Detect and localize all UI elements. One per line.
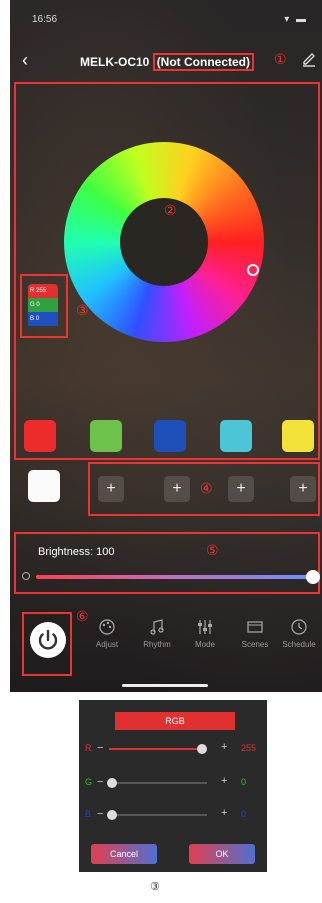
rgb-mini-display[interactable]: R 255 G 0 B 0 xyxy=(28,284,58,328)
cancel-button[interactable]: Cancel xyxy=(91,844,157,864)
rgb-row-g-label: G xyxy=(85,777,93,787)
g-slider[interactable] xyxy=(107,778,207,788)
palette-icon xyxy=(99,619,115,635)
add-color-slot-4[interactable]: + xyxy=(290,476,316,502)
brightness-area: ⑤ xyxy=(14,532,320,594)
music-note-icon xyxy=(150,619,164,635)
status-time: 16:56 xyxy=(32,14,58,25)
g-minus-button[interactable]: − xyxy=(97,776,103,788)
nav-rhythm[interactable]: Rhythm xyxy=(132,618,182,649)
nav-mode-label: Mode xyxy=(194,640,215,649)
rgb-mini-b: B 0 xyxy=(28,312,58,326)
nav-schedule[interactable]: Schedule xyxy=(274,618,322,649)
home-indicator xyxy=(122,684,208,687)
swatch-blue[interactable] xyxy=(154,420,186,452)
rgb-mini-r: R 255 xyxy=(28,284,58,298)
callout-5: ⑤ xyxy=(206,542,219,558)
nav-rhythm-label: Rhythm xyxy=(143,640,171,649)
add-color-slot-2[interactable]: + xyxy=(164,476,190,502)
sliders-icon xyxy=(198,620,212,634)
r-value: 255 xyxy=(241,743,257,753)
g-value: 0 xyxy=(241,777,247,787)
nav-adjust[interactable]: Adjust xyxy=(82,618,132,649)
swatch-red[interactable] xyxy=(24,420,56,452)
swatch-white[interactable] xyxy=(28,470,60,502)
power-button[interactable] xyxy=(30,622,66,658)
connection-status: (Not Connected) xyxy=(152,53,255,71)
brightness-label: Brightness: 100 xyxy=(38,546,115,558)
pencil-edit-icon[interactable] xyxy=(302,51,316,67)
rgb-row-b: B − + 0 xyxy=(79,806,267,824)
rgb-row-r: R − + 255 xyxy=(79,740,267,758)
device-name: MELK-OC10 xyxy=(80,55,150,69)
r-minus-button[interactable]: − xyxy=(97,742,103,754)
callout-4: ④ xyxy=(200,480,213,496)
callout-1: ① xyxy=(274,51,287,67)
film-icon xyxy=(247,621,263,633)
rgb-row-r-label: R xyxy=(85,743,92,753)
figure-caption: ③ xyxy=(150,881,160,893)
app-screen: 16:56 ▾ ▬ ‹ MELK-OC10 (Not Connected) ① … xyxy=(10,0,322,692)
b-plus-button[interactable]: + xyxy=(221,807,227,819)
status-icons: ▾ ▬ xyxy=(284,14,308,25)
callout-2: ② xyxy=(164,202,177,218)
sun-icon xyxy=(22,572,30,580)
g-slider-knob[interactable] xyxy=(107,778,117,788)
page-title: MELK-OC10 (Not Connected) xyxy=(80,53,255,71)
add-color-slot-1[interactable]: + xyxy=(98,476,124,502)
clock-icon xyxy=(291,619,307,635)
b-minus-button[interactable]: − xyxy=(97,808,103,820)
nav-scenes-label: Scenes xyxy=(241,640,269,649)
b-value: 0 xyxy=(241,809,247,819)
b-slider[interactable] xyxy=(107,810,207,820)
status-bar: 16:56 ▾ ▬ xyxy=(32,14,308,28)
g-plus-button[interactable]: + xyxy=(221,775,227,787)
back-chevron-icon[interactable]: ‹ xyxy=(22,50,28,71)
ok-button[interactable]: OK xyxy=(189,844,255,864)
power-icon xyxy=(38,629,58,650)
nav-schedule-label: Schedule xyxy=(282,640,316,649)
callout-3: ③ xyxy=(76,302,89,318)
r-slider-knob[interactable] xyxy=(197,744,207,754)
rgb-row-g: G − + 0 xyxy=(79,774,267,792)
header: ‹ MELK-OC10 (Not Connected) ① xyxy=(10,48,322,74)
swatch-yellow[interactable] xyxy=(282,420,314,452)
nav-scenes[interactable]: Scenes xyxy=(230,618,280,649)
rgb-dialog: RGB R − + 255 G − + 0 B − + 0 Cancel OK xyxy=(79,700,267,872)
brightness-slider[interactable] xyxy=(36,575,314,579)
nav-mode[interactable]: Mode xyxy=(180,618,230,649)
rgb-mini-g: G 0 xyxy=(28,298,58,312)
add-color-slot-3[interactable]: + xyxy=(228,476,254,502)
swatch-cyan[interactable] xyxy=(220,420,252,452)
color-wheel-cursor[interactable] xyxy=(247,264,259,276)
b-slider-knob[interactable] xyxy=(107,810,117,820)
r-slider-fill xyxy=(109,748,201,750)
color-selection-area: ② R 255 G 0 B 0 ③ xyxy=(14,82,320,460)
rgb-row-b-label: B xyxy=(85,809,92,819)
brightness-slider-knob[interactable] xyxy=(306,570,320,584)
rgb-dialog-title: RGB xyxy=(115,712,235,730)
rgb-value-button[interactable]: R 255 G 0 B 0 xyxy=(20,274,68,338)
custom-color-slots: + + + + ④ xyxy=(88,462,320,516)
r-slider[interactable] xyxy=(109,744,207,754)
nav-adjust-label: Adjust xyxy=(95,640,119,649)
r-plus-button[interactable]: + xyxy=(221,741,227,753)
swatch-green[interactable] xyxy=(90,420,122,452)
color-wheel[interactable] xyxy=(64,142,264,342)
